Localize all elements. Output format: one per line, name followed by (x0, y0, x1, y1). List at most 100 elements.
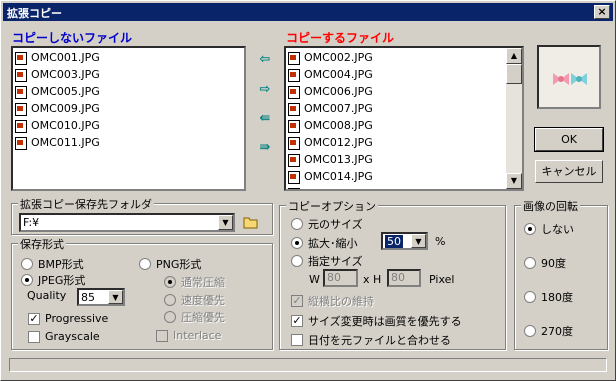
list-item[interactable]: OMC001.JPG (13, 49, 244, 66)
chevron-down-icon[interactable]: ▼ (108, 290, 123, 304)
file-name: OMC008.JPG (304, 119, 373, 132)
move-all-left-arrow-icon[interactable]: ⇚ (256, 112, 274, 126)
jpeg-label: JPEG形式 (38, 274, 86, 287)
dialog-window: 拡張コピー × コピーしないファイル OMC001.JPG OMC003.JPG O… (0, 0, 616, 381)
percent-label: % (435, 235, 446, 248)
scale-select[interactable]: 50 ▼ (381, 232, 428, 250)
list-item[interactable]: OMC015.JPG (286, 185, 522, 189)
bmp-radio[interactable]: BMP形式 (21, 256, 84, 272)
png-normal-radio[interactable]: 通常圧縮 (164, 274, 225, 290)
move-left-arrow-icon[interactable]: ⇦ (256, 53, 274, 67)
pixel-label: Pixel (429, 273, 455, 286)
cancel-button[interactable]: キャンセル (535, 160, 603, 183)
format-group-title: 保存形式 (18, 236, 66, 252)
list-item[interactable]: OMC007.JPG (286, 100, 522, 117)
jpg-file-icon (288, 102, 300, 116)
file-name: OMC006.JPG (304, 85, 373, 98)
jpg-file-icon (15, 51, 27, 65)
chevron-down-icon[interactable]: ▼ (411, 234, 426, 248)
grayscale-checkbox[interactable]: Grayscale (28, 330, 100, 343)
list-item[interactable]: OMC008.JPG (286, 117, 522, 134)
png-speed-radio[interactable]: 速度優先 (164, 292, 225, 308)
copy-options-title: コピーオプション (286, 198, 378, 214)
rotation-title: 画像の回転 (521, 198, 580, 214)
progressive-checkbox[interactable]: ✓ Progressive (28, 312, 108, 325)
scale-radio[interactable]: 拡大･縮小 (291, 235, 358, 251)
width-input[interactable]: 80 (323, 269, 358, 287)
original-size-radio[interactable]: 元のサイズ (291, 216, 363, 232)
folder-icon[interactable] (243, 215, 259, 229)
jpg-file-icon (288, 119, 300, 133)
grayscale-label: Grayscale (45, 330, 100, 343)
jpg-file-icon (288, 51, 300, 65)
file-name: OMC009.JPG (31, 102, 100, 115)
quality-value: 85 (81, 291, 95, 304)
jpg-file-icon (288, 170, 300, 184)
scroll-down-icon[interactable]: ▼ (506, 173, 522, 189)
jpg-file-icon (288, 153, 300, 167)
close-button[interactable]: × (594, 5, 610, 19)
status-bar (9, 358, 607, 372)
file-name: OMC004.JPG (304, 68, 373, 81)
quality-select[interactable]: 85 ▼ (77, 288, 125, 306)
jpeg-radio[interactable]: JPEG形式 (21, 272, 85, 288)
file-name: OMC002.JPG (304, 51, 373, 64)
height-input[interactable]: 80 (387, 269, 421, 287)
move-all-right-arrow-icon[interactable]: ⇛ (256, 141, 274, 155)
interlace-checkbox[interactable]: Interlace (156, 329, 221, 342)
png-label: PNG形式 (156, 258, 202, 271)
rotate-90-label: 90度 (541, 257, 566, 270)
list-item[interactable]: OMC002.JPG (286, 49, 522, 66)
file-name: OMC001.JPG (31, 51, 100, 64)
list-item[interactable]: OMC005.JPG (13, 83, 244, 100)
file-name: OMC014.JPG (304, 170, 373, 183)
scroll-thumb[interactable] (506, 64, 522, 84)
rotate-none-radio[interactable]: しない (524, 221, 574, 237)
folder-group-title: 拡張コピー保存先フォルダ (18, 196, 154, 212)
jpg-file-icon (288, 85, 300, 99)
interlace-label: Interlace (173, 329, 222, 342)
keep-ratio-checkbox[interactable]: ✓ 縦横比の維持 (291, 293, 374, 309)
date-match-checkbox[interactable]: 日付を元ファイルと合わせる (291, 332, 451, 348)
png-speed-label: 速度優先 (181, 294, 225, 307)
quality-label: Quality (27, 289, 67, 302)
ok-button[interactable]: OK (534, 127, 604, 152)
list-item[interactable]: OMC010.JPG (13, 117, 244, 134)
png-radio[interactable]: PNG形式 (139, 256, 201, 272)
keep-ratio-label: 縦横比の維持 (308, 295, 374, 308)
jpg-file-icon (288, 68, 300, 82)
uncopied-files-header: コピーしないファイル (12, 31, 133, 45)
list-item[interactable]: OMC014.JPG (286, 168, 522, 185)
list-item[interactable]: OMC006.JPG (286, 83, 522, 100)
list-item[interactable]: OMC012.JPG (286, 134, 522, 151)
list-item[interactable]: OMC011.JPG (13, 134, 244, 151)
height-label: x H (363, 273, 382, 286)
list-item[interactable]: OMC004.JPG (286, 66, 522, 83)
scroll-up-icon[interactable]: ▲ (506, 48, 522, 64)
jpg-file-icon (15, 136, 27, 150)
png-compress-label: 圧縮優先 (181, 311, 225, 324)
file-name: OMC011.JPG (31, 136, 100, 149)
folder-select[interactable]: F:¥ ▼ (19, 213, 235, 232)
chevron-down-icon[interactable]: ▼ (218, 215, 233, 230)
copied-files-list[interactable]: OMC002.JPG OMC004.JPG OMC006.JPG OMC007.JPG… (284, 46, 524, 191)
ribbon-image-icon (539, 47, 599, 107)
specify-size-label: 指定サイズ (308, 255, 363, 268)
quality-priority-checkbox[interactable]: ✓ サイズ変更時は画質を優先する (291, 313, 462, 329)
list-item[interactable]: OMC013.JPG (286, 151, 522, 168)
copied-files-header: コピーするファイル (286, 31, 395, 45)
rotate-270-radio[interactable]: 270度 (524, 323, 573, 339)
jpg-file-icon (15, 68, 27, 82)
bmp-label: BMP形式 (38, 258, 84, 271)
rotate-90-radio[interactable]: 90度 (524, 255, 566, 271)
png-compress-radio[interactable]: 圧縮優先 (164, 309, 225, 325)
vertical-scrollbar[interactable]: ▲ ▼ (506, 48, 522, 189)
rotate-180-radio[interactable]: 180度 (524, 289, 573, 305)
list-item[interactable]: OMC003.JPG (13, 66, 244, 83)
title-bar: 拡張コピー × (3, 3, 613, 21)
uncopied-files-list[interactable]: OMC001.JPG OMC003.JPG OMC005.JPG OMC009.JPG… (11, 46, 246, 191)
move-right-arrow-icon[interactable]: ⇨ (256, 83, 274, 97)
file-name: OMC015.JPG (304, 185, 373, 189)
list-item[interactable]: OMC009.JPG (13, 100, 244, 117)
specify-size-radio[interactable]: 指定サイズ (291, 253, 363, 269)
